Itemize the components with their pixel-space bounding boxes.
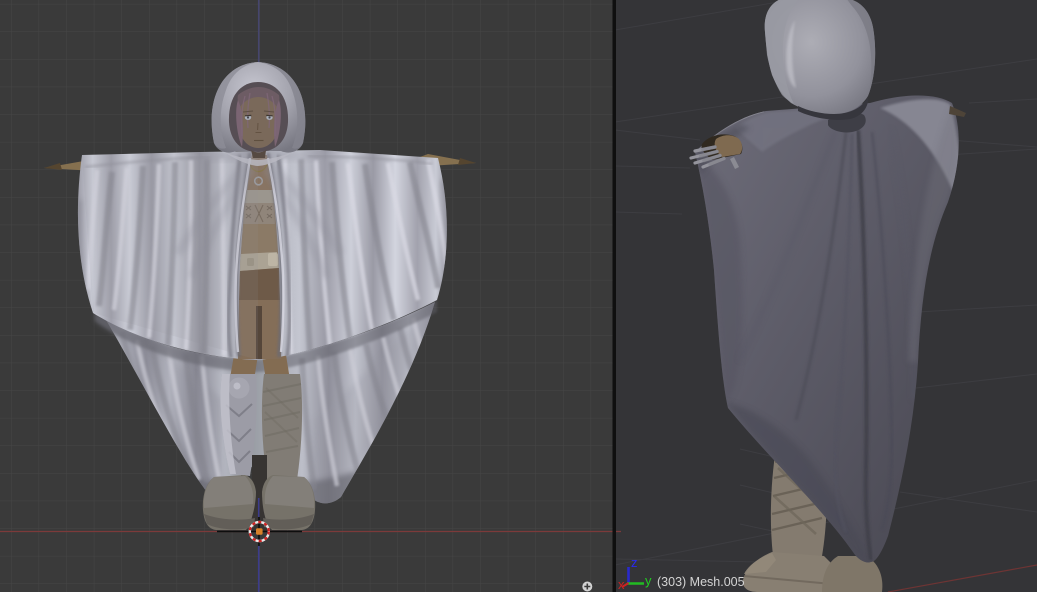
svg-text:(303) Mesh.005: (303) Mesh.005 [657,575,745,589]
svg-text:y: y [645,573,652,588]
svg-text:x: x [618,577,625,592]
svg-text:z: z [631,555,638,570]
